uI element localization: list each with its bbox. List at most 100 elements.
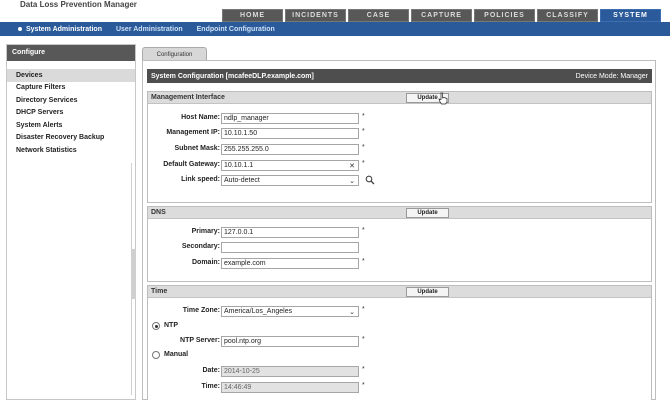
required-mark: * xyxy=(362,336,365,343)
tab-configuration[interactable]: Configuration xyxy=(142,47,207,61)
config-title: System Configuration [mcafeeDLP.example.… xyxy=(151,72,314,80)
sidebar-list: Devices Capture Filters Directory Servic… xyxy=(7,61,135,157)
ntp-server-row: NTP Server: pool.ntp.org * xyxy=(148,336,653,347)
host-name-label: Host Name: xyxy=(181,114,220,121)
section-header: Management Interface Update xyxy=(148,92,651,104)
required-mark: * xyxy=(362,382,365,389)
sidebar-item-capture-filters[interactable]: Capture Filters xyxy=(7,82,135,95)
primary-dns-label: Primary: xyxy=(191,228,220,235)
section-title: Management Interface xyxy=(151,94,225,101)
link-speed-value: Auto-detect xyxy=(224,177,260,184)
section-header: Time Update xyxy=(148,286,651,298)
sub-nav-label: System Administration xyxy=(26,25,102,33)
app-header: Data Loss Prevention Manager HOME INCIDE… xyxy=(0,0,670,22)
date-row: Date: 2014-10-25 * xyxy=(148,366,653,377)
domain-label: Domain: xyxy=(192,259,220,266)
management-ip-label: Management IP: xyxy=(166,129,220,136)
time-update-button[interactable]: Update xyxy=(406,287,449,297)
sidebar-item-dhcp-servers[interactable]: DHCP Servers xyxy=(7,107,135,120)
sidebar: Configure Devices Capture Filters Direct… xyxy=(6,44,136,400)
primary-dns-row: Primary: 127.0.0.1 * xyxy=(148,227,653,238)
time-input[interactable]: 14:46:49 xyxy=(221,382,359,393)
required-mark: * xyxy=(362,306,365,313)
management-interface-section: Management Interface Update Host Name: n… xyxy=(147,91,652,203)
required-mark: * xyxy=(362,258,365,265)
ntp-radio[interactable] xyxy=(152,322,160,330)
tab-incidents[interactable]: INCIDENTS xyxy=(285,9,346,22)
management-ip-input[interactable]: 10.10.1.50 xyxy=(221,128,359,139)
required-mark: * xyxy=(362,128,365,135)
link-speed-select[interactable]: Auto-detect ⌄ xyxy=(221,175,359,186)
time-zone-row: Time Zone: America/Los_Angeles ⌄ * xyxy=(148,306,653,317)
ntp-server-input[interactable]: pool.ntp.org xyxy=(221,336,359,347)
default-gateway-row: Default Gateway: 10.10.1.1 ✕ * xyxy=(148,160,653,171)
sub-nav-system-administration[interactable]: System Administration xyxy=(18,26,102,33)
default-gateway-label: Default Gateway: xyxy=(163,161,220,168)
tab-policies[interactable]: POLICIES xyxy=(474,9,535,22)
section-header: DNS Update xyxy=(148,207,651,219)
subnet-mask-input[interactable]: 255.255.255.0 xyxy=(221,144,359,155)
tab-system[interactable]: SYSTEM xyxy=(600,9,661,22)
search-icon[interactable] xyxy=(365,175,375,185)
primary-dns-input[interactable]: 127.0.0.1 xyxy=(221,227,359,238)
tab-home[interactable]: HOME xyxy=(222,9,283,22)
ntp-label: NTP xyxy=(164,322,178,329)
ntp-server-label: NTP Server: xyxy=(180,337,220,344)
hand-cursor-icon xyxy=(438,92,448,105)
section-title: DNS xyxy=(151,209,166,216)
domain-row: Domain: example.com * xyxy=(148,258,653,269)
sidebar-item-system-alerts[interactable]: System Alerts xyxy=(7,119,135,132)
sidebar-item-directory-services[interactable]: Directory Services xyxy=(7,94,135,107)
sidebar-title: Configure xyxy=(7,45,135,61)
date-input[interactable]: 2014-10-25 xyxy=(221,366,359,377)
secondary-dns-row: Secondary: xyxy=(148,242,653,253)
time-zone-value: America/Los_Angeles xyxy=(224,308,293,315)
device-mode: Device Mode: Manager xyxy=(575,72,648,80)
subnet-mask-row: Subnet Mask: 255.255.255.0 * xyxy=(148,144,653,155)
sidebar-item-disaster-recovery-backup[interactable]: Disaster Recovery Backup xyxy=(7,132,135,145)
dns-section: DNS Update Primary: 127.0.0.1 * Secondar… xyxy=(147,206,652,282)
secondary-dns-input[interactable] xyxy=(221,242,359,253)
time-zone-label: Time Zone: xyxy=(182,307,220,314)
time-zone-select[interactable]: America/Los_Angeles ⌄ xyxy=(221,306,359,317)
host-name-input[interactable]: ndlp_manager xyxy=(221,113,359,124)
default-gateway-input[interactable]: 10.10.1.1 ✕ xyxy=(221,160,359,171)
management-ip-row: Management IP: 10.10.1.50 * xyxy=(148,128,653,139)
subnet-mask-label: Subnet Mask: xyxy=(174,145,220,152)
manual-label: Manual xyxy=(164,351,189,358)
required-mark: * xyxy=(362,144,365,151)
sidebar-item-devices[interactable]: Devices xyxy=(7,69,135,82)
sub-nav-endpoint-configuration[interactable]: Endpoint Configuration xyxy=(197,26,275,33)
required-mark: * xyxy=(362,366,365,373)
scrollbar-thumb[interactable] xyxy=(132,249,136,299)
tab-capture[interactable]: CAPTURE xyxy=(411,9,472,22)
required-mark: * xyxy=(362,227,365,234)
time-section: Time Update Time Zone: America/Los_Angel… xyxy=(147,285,652,400)
default-gateway-value: 10.10.1.1 xyxy=(224,162,254,169)
link-speed-label: Link speed: xyxy=(181,176,220,183)
sub-nav-user-administration[interactable]: User Administration xyxy=(116,26,183,33)
clear-icon[interactable]: ✕ xyxy=(349,162,355,170)
host-name-row: Host Name: ndlp_manager * xyxy=(148,113,653,124)
secondary-dns-label: Secondary: xyxy=(181,243,220,250)
domain-input[interactable]: example.com xyxy=(221,258,359,269)
sidebar-item-network-statistics[interactable]: Network Statistics xyxy=(7,144,135,157)
tab-case[interactable]: CASE xyxy=(348,9,409,22)
tab-classify[interactable]: CLASSIFY xyxy=(537,9,598,22)
section-title: Time xyxy=(151,288,168,295)
chevron-down-icon: ⌄ xyxy=(349,178,355,185)
time-label: Time: xyxy=(201,383,220,390)
date-label: Date: xyxy=(202,367,220,374)
required-mark: * xyxy=(362,113,365,120)
dns-update-button[interactable]: Update xyxy=(406,208,449,218)
manual-radio[interactable] xyxy=(152,351,160,359)
content-area: System Configuration [mcafeeDLP.example.… xyxy=(142,60,656,400)
main-tabs: HOME INCIDENTS CASE CAPTURE POLICIES CLA… xyxy=(222,9,663,22)
app-title: Data Loss Prevention Manager xyxy=(20,0,137,9)
config-title-bar: System Configuration [mcafeeDLP.example.… xyxy=(147,69,652,83)
link-speed-row: Link speed: Auto-detect ⌄ xyxy=(148,175,653,186)
bullet-icon xyxy=(18,26,22,31)
sidebar-scrollbar[interactable] xyxy=(131,163,136,395)
sub-nav: System Administration User Administratio… xyxy=(0,22,670,36)
time-row: Time: 14:46:49 * xyxy=(148,382,653,393)
